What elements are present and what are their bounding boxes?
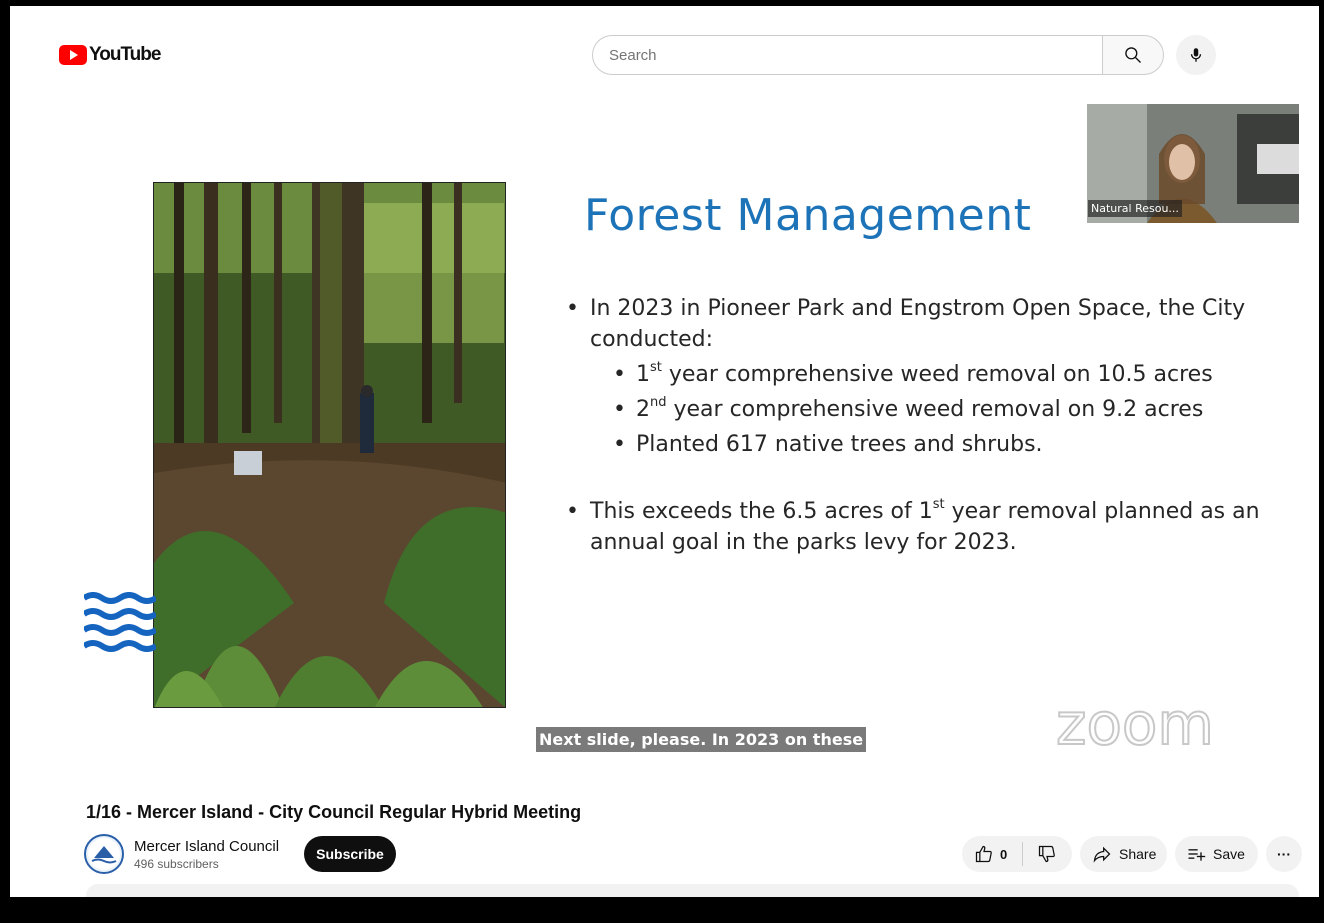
youtube-page: YouTube Search Forest Management • In 20… (10, 6, 1319, 897)
slide-bullet: In 2023 in Pioneer Park and Engstrom Ope… (566, 293, 1266, 355)
search-button[interactable] (1102, 35, 1164, 75)
like-count: 0 (1000, 846, 1008, 862)
mic-icon (1190, 48, 1202, 62)
description-box[interactable] (86, 884, 1299, 897)
playlist-add-icon (1188, 849, 1206, 861)
speaker-video-thumbnail: Natural Resou... (1087, 104, 1299, 223)
thumbs-up-icon (975, 845, 992, 863)
save-button[interactable]: Save (1175, 836, 1258, 872)
search-icon (1125, 47, 1141, 63)
search-input[interactable] (609, 46, 1086, 64)
youtube-play-icon (59, 45, 87, 65)
zoom-watermark-logo: zoom (1055, 689, 1266, 759)
search-bar (592, 35, 1216, 75)
voice-search-button[interactable] (1176, 35, 1216, 75)
channel-avatar[interactable] (84, 834, 124, 874)
save-label: Save (1213, 846, 1245, 862)
channel-name[interactable]: Mercer Island Council (134, 838, 279, 855)
video-title: 1/16 - Mercer Island - City Council Regu… (86, 802, 582, 822)
dislike-button[interactable] (1023, 844, 1071, 864)
slide-title: Forest Management (584, 190, 1032, 241)
like-dislike-group: 0 (962, 836, 1072, 872)
slide-sub-bullet: Planted 617 native trees and shrubs. (566, 429, 1266, 460)
youtube-logo[interactable]: YouTube (59, 44, 161, 66)
like-button[interactable]: 0 (962, 842, 1023, 866)
closed-caption: Next slide, please. In 2023 on these (536, 727, 867, 752)
subscriber-count: 496 subscribers (134, 857, 219, 871)
more-actions-button[interactable]: ··· (1266, 836, 1302, 872)
share-icon (1093, 846, 1111, 863)
search-field[interactable] (592, 35, 1102, 75)
slide-sub-bullet: 2nd year comprehensive weed removal on 9… (566, 394, 1266, 425)
youtube-wordmark: YouTube (89, 44, 161, 65)
slide-sub-bullet: 1st year comprehensive weed removal on 1… (566, 359, 1266, 390)
share-label: Share (1119, 846, 1157, 862)
video-player[interactable]: Forest Management In 2023 in Pioneer Par… (10, 98, 1319, 770)
wave-logo-icon (82, 592, 158, 663)
subscribe-button[interactable]: Subscribe (304, 836, 396, 872)
slide-bullets: In 2023 in Pioneer Park and Engstrom Ope… (566, 293, 1266, 558)
slide-bullet: This exceeds the 6.5 acres of 1st year r… (566, 496, 1266, 558)
speaker-name-label: Natural Resou... (1088, 200, 1182, 217)
share-button[interactable]: Share (1080, 836, 1167, 872)
thumbs-down-icon (1038, 845, 1055, 863)
forest-photo (153, 182, 506, 708)
svg-text:zoom: zoom (1056, 694, 1214, 754)
